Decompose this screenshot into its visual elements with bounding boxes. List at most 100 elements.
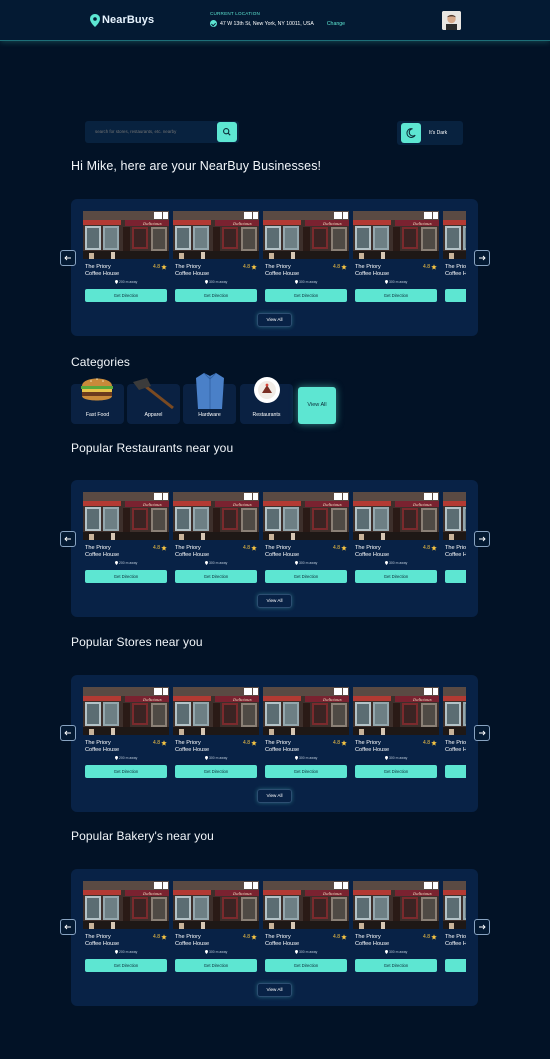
star-icon bbox=[341, 545, 347, 551]
get-direction-button[interactable]: Get Direction bbox=[85, 289, 167, 302]
get-direction-button[interactable]: Get Direction bbox=[445, 289, 466, 302]
business-card[interactable]: DeliciousThe PrioryCoffee House4.8300 m … bbox=[173, 881, 259, 973]
category-apparel[interactable]: Apparel bbox=[127, 378, 180, 424]
distance-text: 200 m away bbox=[119, 280, 138, 284]
get-direction-button[interactable]: Get Direction bbox=[175, 765, 257, 778]
stores-prev-button[interactable] bbox=[60, 725, 76, 741]
moon-button[interactable] bbox=[401, 123, 421, 143]
business-card[interactable]: DeliciousThe PrioryCoffee House4.8300 m … bbox=[443, 492, 466, 584]
location-pin-icon bbox=[295, 950, 298, 954]
business-card[interactable]: Delicious The Priory Coffee House 4.8 200 m … bbox=[83, 492, 169, 584]
get-direction-button[interactable]: Get Direction bbox=[175, 289, 257, 302]
user-avatar[interactable] bbox=[442, 11, 461, 30]
business-card[interactable]: DeliciousThe PrioryCoffee House4.8300 m … bbox=[263, 492, 349, 584]
get-direction-button[interactable]: Get Direction bbox=[175, 570, 257, 583]
business-rating: 4.8 bbox=[153, 264, 167, 270]
svg-text:Delicious: Delicious bbox=[142, 697, 162, 702]
business-distance: 300 m away bbox=[385, 280, 407, 284]
business-card[interactable]: DeliciousThe PrioryCoffee House4.8300 m … bbox=[353, 881, 439, 973]
category-fast-food[interactable]: Fast Food bbox=[71, 378, 124, 424]
business-card[interactable]: DeliciousThe PrioryCoffee House4.8300 m … bbox=[353, 211, 439, 303]
business-distance: 300 m away bbox=[205, 561, 227, 565]
get-direction-button[interactable]: Get Direction bbox=[85, 959, 167, 972]
distance-text: 300 m away bbox=[389, 280, 408, 284]
bakery-next-button[interactable] bbox=[474, 919, 490, 935]
business-card[interactable]: Delicious The Priory Coffee House 4.8 200 m … bbox=[83, 211, 169, 303]
rating-value: 4.8 bbox=[243, 740, 250, 746]
bakery-prev-button[interactable] bbox=[60, 919, 76, 935]
rating-value: 4.8 bbox=[333, 545, 340, 551]
business-name-line2: Coffee House bbox=[355, 941, 390, 947]
business-rating: 4.8 bbox=[243, 545, 257, 551]
distance-text: 300 m away bbox=[299, 280, 318, 284]
rating-value: 4.8 bbox=[243, 264, 250, 270]
get-direction-button[interactable]: Get Direction bbox=[445, 570, 466, 583]
rating-value: 4.8 bbox=[333, 740, 340, 746]
categories-view-all-button[interactable]: View All bbox=[298, 387, 336, 424]
get-direction-button[interactable]: Get Direction bbox=[355, 959, 437, 972]
restaurants-prev-button[interactable] bbox=[60, 531, 76, 547]
get-direction-button[interactable]: Get Direction bbox=[265, 570, 347, 583]
get-direction-button[interactable]: Get Direction bbox=[445, 765, 466, 778]
get-direction-button[interactable]: Get Direction bbox=[85, 765, 167, 778]
business-card[interactable]: DeliciousThe PrioryCoffee House4.8300 m … bbox=[263, 211, 349, 303]
search-button[interactable] bbox=[217, 122, 237, 142]
stores-heading: Popular Stores near you bbox=[71, 635, 203, 649]
stores-carousel: Delicious The Priory Coffee House 4.8 200 m … bbox=[71, 675, 478, 812]
greeting-heading: Hi Mike, here are your NearBuy Businesse… bbox=[71, 159, 322, 173]
get-direction-button[interactable]: Get Direction bbox=[175, 959, 257, 972]
business-name-line1: The Priory bbox=[445, 934, 466, 940]
distance-text: 300 m away bbox=[299, 756, 318, 760]
location-pin-icon bbox=[205, 561, 208, 565]
storefront-image: Delicious bbox=[353, 687, 439, 735]
business-name-line1: The Priory bbox=[175, 545, 201, 551]
view-all-button[interactable]: View All bbox=[257, 594, 292, 608]
get-direction-button[interactable]: Get Direction bbox=[265, 959, 347, 972]
business-card[interactable]: DeliciousThe PrioryCoffee House4.8300 m … bbox=[263, 687, 349, 779]
get-direction-button[interactable]: Get Direction bbox=[85, 570, 167, 583]
business-card[interactable]: DeliciousThe PrioryCoffee House4.8300 m … bbox=[173, 687, 259, 779]
business-distance: 300 m away bbox=[295, 756, 317, 760]
business-card[interactable]: Delicious The Priory Coffee House 4.8 200 m … bbox=[83, 687, 169, 779]
business-card[interactable]: DeliciousThe PrioryCoffee House4.8300 m … bbox=[173, 492, 259, 584]
view-all-button[interactable]: View All bbox=[257, 789, 292, 803]
business-card[interactable]: Delicious The Priory Coffee House 4.8 200 m … bbox=[83, 881, 169, 973]
stores-next-button[interactable] bbox=[474, 725, 490, 741]
view-all-button[interactable]: View All bbox=[257, 983, 292, 997]
card-track: Delicious The Priory Coffee House 4.8 200 m … bbox=[83, 881, 466, 973]
get-direction-button[interactable]: Get Direction bbox=[355, 289, 437, 302]
get-direction-button[interactable]: Get Direction bbox=[265, 765, 347, 778]
search-input[interactable] bbox=[95, 129, 213, 134]
location-pin-icon bbox=[385, 280, 388, 284]
business-rating: 4.8 bbox=[423, 264, 437, 270]
get-direction-button[interactable]: Get Direction bbox=[265, 289, 347, 302]
star-icon bbox=[161, 934, 167, 940]
category-hardware[interactable]: Hardware bbox=[183, 372, 236, 424]
business-card[interactable]: DeliciousThe PrioryCoffee House4.8300 m … bbox=[443, 687, 466, 779]
restaurants-next-button[interactable] bbox=[474, 531, 490, 547]
svg-text:Delicious: Delicious bbox=[322, 891, 342, 896]
get-direction-button[interactable]: Get Direction bbox=[355, 570, 437, 583]
get-direction-button[interactable]: Get Direction bbox=[355, 765, 437, 778]
storefront-image: Delicious bbox=[263, 881, 349, 929]
category-label: Hardware bbox=[198, 412, 221, 418]
category-restaurants[interactable]: Restaurants bbox=[240, 377, 293, 424]
business-card[interactable]: DeliciousThe PrioryCoffee House4.8300 m … bbox=[443, 881, 466, 973]
business-card[interactable]: DeliciousThe PrioryCoffee House4.8300 m … bbox=[353, 492, 439, 584]
arrow-right-icon bbox=[479, 730, 486, 736]
star-icon bbox=[341, 264, 347, 270]
business-distance: 300 m away bbox=[385, 756, 407, 760]
dark-mode-toggle[interactable]: It's Dark bbox=[397, 121, 463, 145]
businesses-next-button[interactable] bbox=[474, 250, 490, 266]
business-card[interactable]: DeliciousThe PrioryCoffee House4.8300 m … bbox=[173, 211, 259, 303]
get-direction-button[interactable]: Get Direction bbox=[445, 959, 466, 972]
business-distance: 300 m away bbox=[295, 280, 317, 284]
change-location-link[interactable]: Change bbox=[327, 21, 345, 27]
star-icon bbox=[161, 545, 167, 551]
business-card[interactable]: DeliciousThe PrioryCoffee House4.8300 m … bbox=[263, 881, 349, 973]
businesses-prev-button[interactable] bbox=[60, 250, 76, 266]
nearbuys-logo[interactable]: NearBuys bbox=[90, 11, 154, 29]
business-card[interactable]: DeliciousThe PrioryCoffee House4.8300 m … bbox=[443, 211, 466, 303]
business-card[interactable]: DeliciousThe PrioryCoffee House4.8300 m … bbox=[353, 687, 439, 779]
view-all-button[interactable]: View All bbox=[257, 313, 292, 327]
